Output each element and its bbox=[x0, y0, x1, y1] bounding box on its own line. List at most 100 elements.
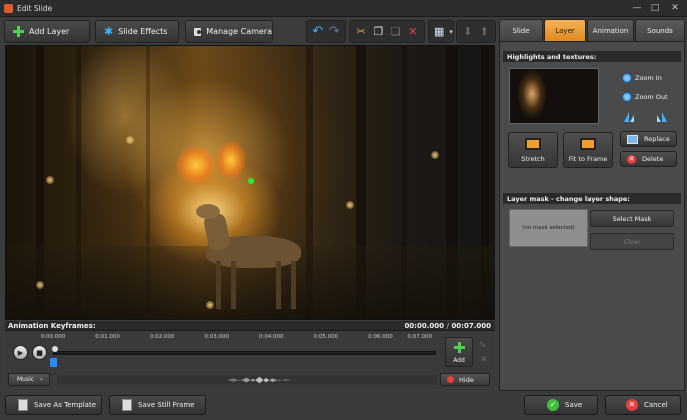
deer-leg bbox=[291, 261, 296, 309]
save-still-frame-button[interactable]: Save Still Frame bbox=[109, 395, 206, 415]
undo-icon[interactable]: ↶ bbox=[312, 25, 324, 39]
delete-icon: ✕ bbox=[627, 154, 636, 164]
tick-label: 0:01.000 bbox=[95, 334, 120, 340]
manage-camera-button[interactable]: Manage Camera bbox=[185, 20, 273, 43]
clear-mask-button[interactable]: Clear bbox=[590, 233, 674, 250]
paste-icon[interactable]: ❏ bbox=[390, 25, 402, 39]
minimize-button[interactable]: — bbox=[630, 2, 644, 14]
deer-head bbox=[196, 204, 220, 219]
zoom-out-label: Zoom Out bbox=[635, 93, 668, 101]
close-window-button[interactable]: ✕ bbox=[668, 2, 682, 14]
tick-label: 0:03.000 bbox=[204, 334, 229, 340]
light-spark bbox=[431, 151, 439, 159]
add-layer-label: Add Layer bbox=[29, 27, 70, 36]
layer-tab-content: Highlights and textures: Zoom In Zoom Ou… bbox=[499, 41, 685, 391]
deer-leg bbox=[216, 261, 221, 309]
manage-camera-label: Manage Camera bbox=[206, 27, 272, 36]
replace-label: Replace bbox=[644, 135, 670, 143]
stretch-label: Stretch bbox=[521, 155, 545, 163]
tick-label: 0:02.000 bbox=[149, 334, 175, 340]
keyframe-track[interactable] bbox=[53, 351, 436, 355]
add-keyframe-button[interactable]: Add bbox=[445, 337, 473, 367]
audio-waveform bbox=[227, 376, 292, 384]
plus-icon bbox=[13, 26, 24, 37]
tick-label: 0:07.000 bbox=[407, 334, 433, 340]
texture-thumbnail[interactable] bbox=[509, 68, 599, 124]
replace-button[interactable]: Replace bbox=[620, 131, 677, 147]
plus-icon bbox=[454, 342, 465, 353]
tick-label: 0:00.000 bbox=[40, 334, 66, 340]
edit-keyframe-icon[interactable]: ✎ bbox=[479, 341, 487, 351]
fit-to-frame-label: Fit to Frame bbox=[568, 155, 608, 163]
hide-icon bbox=[447, 376, 454, 383]
properties-panel: Slide Layer Animation Sounds Highlights … bbox=[499, 19, 685, 391]
window-title: Edit Slide bbox=[17, 4, 53, 13]
save-still-frame-label: Save Still Frame bbox=[138, 401, 195, 409]
light-spark bbox=[126, 136, 134, 144]
delete-layer-button[interactable]: ✕ Delete bbox=[620, 151, 677, 167]
chevron-down-icon: ▾ bbox=[449, 27, 453, 36]
light-spark bbox=[346, 201, 354, 209]
keyframes-title: Animation Keyframes: bbox=[8, 322, 96, 330]
move-down-icon[interactable]: ⬇ bbox=[462, 25, 474, 39]
time-readout: 00:00.000 / 00:07.000 bbox=[404, 322, 491, 330]
deer-leg bbox=[231, 261, 236, 309]
stretch-button[interactable]: Stretch bbox=[508, 132, 558, 168]
light-spark bbox=[36, 281, 44, 289]
select-mask-button[interactable]: Select Mask bbox=[590, 210, 674, 227]
mask-header: Layer mask - change layer shape: bbox=[503, 193, 681, 204]
grid-icon: ▦ bbox=[434, 25, 445, 38]
tab-animation[interactable]: Animation bbox=[587, 19, 634, 41]
fit-to-frame-button[interactable]: Fit to Frame bbox=[563, 132, 613, 168]
order-group: ⬇ ⬆ bbox=[456, 20, 496, 43]
slide-preview-canvas[interactable] bbox=[5, 45, 495, 320]
cancel-button[interactable]: ✕ Cancel bbox=[605, 395, 681, 415]
tick-label: 0:04.000 bbox=[258, 334, 284, 340]
edit-group: ✂ ❐ ❏ ✕ bbox=[349, 20, 425, 43]
zoom-in-button[interactable]: Zoom In bbox=[622, 71, 662, 85]
layer-anchor-handle[interactable] bbox=[248, 178, 254, 184]
hide-label: Hide bbox=[459, 375, 474, 384]
add-layer-button[interactable]: Add Layer bbox=[4, 20, 90, 43]
play-button[interactable]: ▶ bbox=[13, 345, 28, 360]
delete-icon[interactable]: ✕ bbox=[407, 25, 419, 39]
copy-icon[interactable]: ❐ bbox=[372, 25, 384, 39]
stretch-icon bbox=[525, 138, 541, 150]
stop-button[interactable]: ■ bbox=[32, 345, 47, 360]
time-separator: / bbox=[446, 322, 449, 330]
slide-effects-button[interactable]: ✱ Slide Effects bbox=[95, 20, 179, 43]
template-icon bbox=[18, 399, 28, 411]
zoom-in-icon bbox=[622, 73, 632, 83]
save-button[interactable]: ✓ Save bbox=[524, 395, 598, 415]
current-time: 00:00.000 bbox=[404, 322, 444, 330]
delete-label: Delete bbox=[642, 155, 664, 163]
mask-preview[interactable]: (no mask selected) bbox=[509, 209, 588, 247]
remove-keyframe-icon[interactable]: ✕ bbox=[480, 355, 488, 365]
light-spark bbox=[206, 301, 214, 309]
maximize-button[interactable]: □ bbox=[648, 2, 662, 14]
cancel-icon: ✕ bbox=[626, 399, 638, 411]
cut-icon[interactable]: ✂ bbox=[355, 25, 367, 39]
tab-layer[interactable]: Layer bbox=[544, 19, 586, 41]
timeline-ruler: 0:00.000 0:01.000 0:02.000 0:03.000 0:04… bbox=[41, 334, 435, 346]
tab-slide[interactable]: Slide bbox=[499, 19, 543, 41]
glowing-antler bbox=[176, 146, 216, 184]
save-label: Save bbox=[565, 401, 583, 409]
fit-to-frame-icon bbox=[580, 138, 596, 150]
move-up-icon[interactable]: ⬆ bbox=[479, 25, 491, 39]
grid-group[interactable]: ▦ ▾ bbox=[428, 20, 454, 43]
keyframe-marker[interactable] bbox=[50, 358, 57, 367]
redo-icon[interactable]: ↷ bbox=[329, 25, 341, 39]
music-button[interactable]: Music › bbox=[8, 373, 50, 386]
flip-horizontal-icon[interactable] bbox=[624, 112, 634, 122]
tab-sounds[interactable]: Sounds bbox=[635, 19, 685, 41]
hide-button[interactable]: Hide bbox=[440, 373, 490, 386]
undo-redo-group: ↶ ↷ bbox=[306, 20, 346, 43]
audio-waveform-track[interactable] bbox=[57, 375, 437, 385]
camera-icon bbox=[194, 27, 202, 36]
zoom-out-button[interactable]: Zoom Out bbox=[622, 90, 668, 104]
image-icon bbox=[627, 134, 638, 144]
animation-keyframes-header: Animation Keyframes: 00:00.000 / 00:07.0… bbox=[5, 321, 495, 331]
flip-vertical-icon[interactable] bbox=[657, 112, 667, 122]
save-as-template-button[interactable]: Save As Template bbox=[5, 395, 102, 415]
